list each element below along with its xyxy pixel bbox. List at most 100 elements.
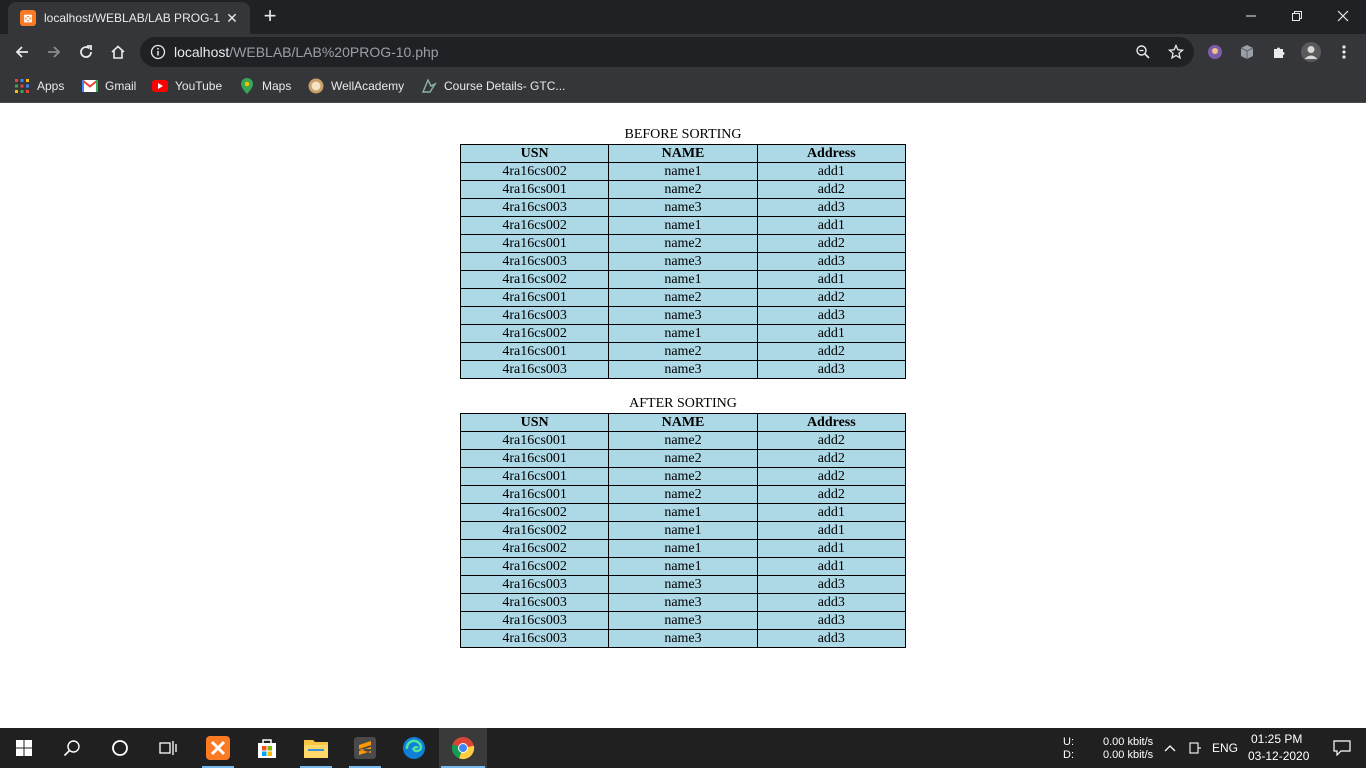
table-row: 4ra16cs003 name3 add3 xyxy=(459,575,907,594)
cell-name: name3 xyxy=(608,252,758,271)
course-icon xyxy=(421,78,437,94)
clock-date[interactable]: 03-12-2020 xyxy=(1248,749,1309,763)
cell-usn: 4ra16cs002 xyxy=(459,216,610,235)
extensions-puzzle-icon[interactable] xyxy=(1267,40,1291,64)
bookmark-star-icon[interactable] xyxy=(1167,43,1185,61)
bookmark-youtube[interactable]: YouTube xyxy=(152,76,222,96)
cell-usn: 4ra16cs003 xyxy=(459,252,610,271)
bookmark-label: WellAcademy xyxy=(331,79,405,93)
xampp-icon: ⊠ xyxy=(20,10,36,26)
page-content: BEFORE SORTING USN NAME Address 4ra16cs0… xyxy=(0,103,1366,728)
table-row: 4ra16cs003 name3 add3 xyxy=(459,198,907,217)
notifications-button[interactable] xyxy=(1318,728,1366,768)
taskbar-edge[interactable] xyxy=(390,728,438,768)
sublime-text-icon xyxy=(354,737,376,759)
browser-toolbar: localhost/WEBLAB/LAB%20PROG-10.php xyxy=(0,34,1366,70)
cell-name: name2 xyxy=(608,485,758,504)
site-info-icon[interactable] xyxy=(150,44,166,60)
table-row: 4ra16cs001 name2 add2 xyxy=(459,180,907,199)
cell-usn: 4ra16cs002 xyxy=(459,162,610,181)
chevron-up-icon xyxy=(1164,745,1176,752)
net-upload-speed: 0.00 kbit/s xyxy=(1103,736,1154,748)
net-download-speed: 0.00 kbit/s xyxy=(1103,749,1154,761)
cortana-button[interactable] xyxy=(96,728,144,768)
task-view-button[interactable] xyxy=(144,728,192,768)
cell-name: name3 xyxy=(608,611,758,630)
extension-cube-icon[interactable] xyxy=(1235,40,1259,64)
cell-name: name1 xyxy=(608,539,758,558)
windows-taskbar: U: D: 0.00 kbit/s 0.00 kbit/s ENG 01:25 … xyxy=(0,728,1366,768)
taskbar-sublime-text[interactable] xyxy=(341,728,389,768)
start-button[interactable] xyxy=(0,728,48,768)
profile-avatar-icon[interactable] xyxy=(1299,40,1323,64)
browser-title-bar: ⊠ localhost/WEBLAB/LAB PROG-10 ✕ + xyxy=(0,0,1366,34)
reload-icon[interactable] xyxy=(72,38,100,66)
cell-address: add3 xyxy=(756,611,907,630)
restore-icon[interactable] xyxy=(1274,0,1320,32)
cell-address: add2 xyxy=(756,467,907,486)
bookmark-gmail[interactable]: Gmail xyxy=(82,76,136,96)
url-text[interactable]: localhost/WEBLAB/LAB%20PROG-10.php xyxy=(174,44,439,60)
new-tab-icon[interactable]: + xyxy=(258,5,282,29)
cell-address: add2 xyxy=(756,288,907,307)
table-row: 4ra16cs001 name2 add2 xyxy=(459,485,907,504)
forward-icon[interactable] xyxy=(40,38,68,66)
cell-name: name3 xyxy=(608,629,758,648)
minimize-icon[interactable] xyxy=(1228,0,1274,32)
cell-address: add3 xyxy=(756,593,907,612)
cell-name: name1 xyxy=(608,503,758,522)
address-bar[interactable]: localhost/WEBLAB/LAB%20PROG-10.php xyxy=(140,37,1194,67)
cell-name: name1 xyxy=(608,216,758,235)
edge-icon xyxy=(403,737,425,759)
net-download-label: D: xyxy=(1063,749,1074,761)
cell-name: name3 xyxy=(608,306,758,325)
table-row: 4ra16cs003 name3 add3 xyxy=(459,306,907,325)
browser-tab[interactable]: ⊠ localhost/WEBLAB/LAB PROG-10 ✕ xyxy=(8,2,250,34)
cell-address: add2 xyxy=(756,431,907,450)
bookmark-apps[interactable]: Apps xyxy=(14,76,64,96)
language-indicator[interactable]: ENG xyxy=(1212,741,1238,755)
close-window-icon[interactable] xyxy=(1320,0,1366,32)
after-sorting-caption: AFTER SORTING xyxy=(629,396,737,411)
zoom-icon[interactable] xyxy=(1134,43,1152,61)
cell-name: name1 xyxy=(608,324,758,343)
tray-overflow-button[interactable] xyxy=(1160,728,1180,768)
taskbar-chrome[interactable] xyxy=(439,728,487,768)
cell-usn: 4ra16cs002 xyxy=(459,539,610,558)
net-upload-label: U: xyxy=(1063,736,1074,748)
tab-title: localhost/WEBLAB/LAB PROG-10 xyxy=(44,11,220,25)
search-button[interactable] xyxy=(48,728,96,768)
network-icon xyxy=(1189,742,1201,754)
column-header-address: Address xyxy=(756,144,907,163)
cell-name: name1 xyxy=(608,557,758,576)
back-icon[interactable] xyxy=(8,38,36,66)
bookmark-wellacademy[interactable]: WellAcademy xyxy=(308,76,404,96)
bookmark-course-details[interactable]: Course Details- GTC... xyxy=(421,76,565,96)
home-icon[interactable] xyxy=(104,38,132,66)
cell-usn: 4ra16cs001 xyxy=(459,431,610,450)
cell-address: add1 xyxy=(756,216,907,235)
table-row: 4ra16cs003 name3 add3 xyxy=(459,629,907,648)
bookmark-label: Gmail xyxy=(105,79,137,93)
table-row: 4ra16cs002 name1 add1 xyxy=(459,324,907,343)
cell-address: add1 xyxy=(756,162,907,181)
bookmark-label: Maps xyxy=(262,79,292,93)
tray-network-button[interactable] xyxy=(1185,728,1205,768)
close-tab-icon[interactable]: ✕ xyxy=(224,10,240,27)
cell-address: add2 xyxy=(756,449,907,468)
browser-menu-icon[interactable] xyxy=(1332,40,1356,64)
taskbar-file-explorer[interactable] xyxy=(292,728,340,768)
cell-usn: 4ra16cs003 xyxy=(459,360,610,379)
column-header-name: NAME xyxy=(608,413,758,432)
table-row: 4ra16cs003 name3 add3 xyxy=(459,593,907,612)
cell-address: add3 xyxy=(756,360,907,379)
cell-usn: 4ra16cs003 xyxy=(459,198,610,217)
table-header-row: USN NAME Address xyxy=(459,413,907,432)
taskbar-xampp[interactable] xyxy=(194,728,242,768)
bookmark-maps[interactable]: Maps xyxy=(239,76,291,96)
taskbar-store[interactable] xyxy=(243,728,291,768)
clock-time[interactable]: 01:25 PM xyxy=(1251,732,1302,746)
table-row: 4ra16cs001 name2 add2 xyxy=(459,288,907,307)
cell-address: add2 xyxy=(756,234,907,253)
extension-avatar-icon[interactable] xyxy=(1203,40,1227,64)
